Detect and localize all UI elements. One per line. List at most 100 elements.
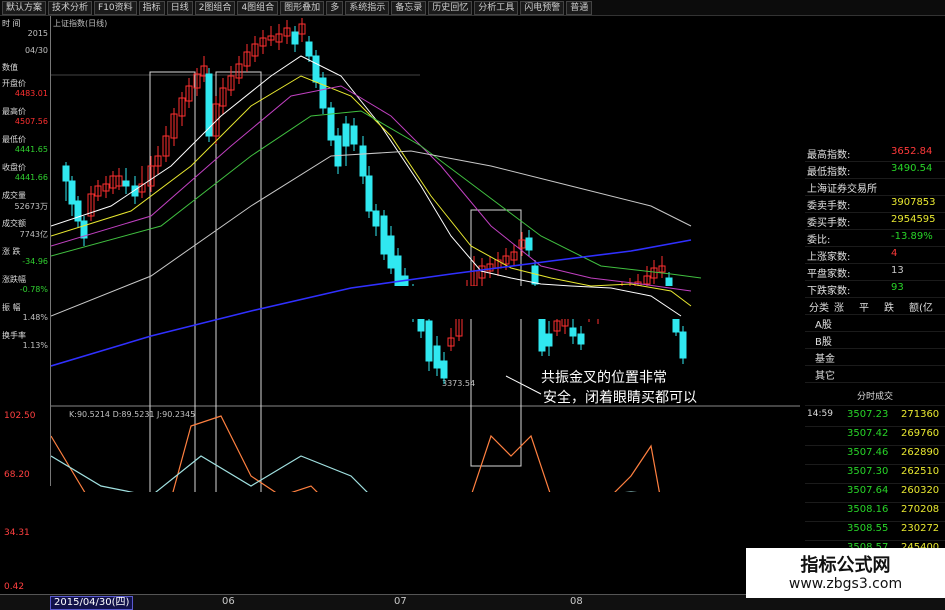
stat-label: 委比: (807, 235, 831, 246)
candle-body (319, 77, 327, 109)
stat-row-6: 上涨家数: 4 (805, 247, 945, 264)
chart-gap-band (391, 286, 800, 319)
stat-value: 13 (891, 265, 904, 276)
category-label: 基金 (815, 354, 835, 365)
quote-label: 时 间 (2, 19, 21, 28)
toolbar-button-12[interactable]: 分析工具 (474, 0, 519, 15)
quote-label: 成交量 (2, 191, 26, 200)
toolbar-button-14[interactable]: 普通 (566, 0, 593, 15)
toolbar-button-6[interactable]: 4图组合 (237, 0, 279, 15)
category-row: B股 (805, 332, 945, 349)
quote-label: 成交额 (2, 219, 26, 228)
quote-label: 换手率 (2, 331, 26, 340)
candle-body (205, 73, 213, 137)
stat-label: 上涨家数: (807, 252, 851, 263)
candle-body (372, 210, 380, 227)
candle-body (122, 180, 130, 187)
stat-label: 最低指数: (807, 167, 851, 178)
quote-value: 4441.66 (14, 173, 48, 182)
stat-value: 3490.54 (891, 163, 933, 174)
stat-value: 3907853 (891, 197, 936, 208)
quote-row-10: 涨跌幅 -0.78% (2, 274, 48, 294)
category-row: 其它 (805, 366, 945, 383)
stat-row-4: 委买手数: 2954595 (805, 213, 945, 230)
quote-row-1: 04/30 (2, 46, 48, 55)
watermark-title: 指标公式网 (800, 555, 891, 576)
quote-label: 开盘价 (2, 79, 26, 88)
stat-label: 上海证券交易所 (807, 184, 877, 195)
quote-value: 7743亿 (19, 230, 48, 239)
tick-volume: 262890 (901, 447, 940, 458)
quote-value: 4507.56 (14, 117, 48, 126)
tick-volume: 230272 (901, 523, 940, 534)
toolbar-button-9[interactable]: 系统指示 (345, 0, 390, 15)
stat-row-1: 最低指数: 3490.54 (805, 162, 945, 179)
trade-tick-row: 3508.16 270208 (805, 502, 945, 522)
highlight-box-1 (215, 71, 262, 492)
stat-value: 2954595 (891, 214, 936, 225)
stat-row-2: 上海证券交易所 (805, 179, 945, 196)
tick-price: 3507.30 (847, 466, 889, 477)
kdj-tick-mid1: 68.20 (4, 470, 30, 480)
candle-body (62, 165, 70, 182)
category-row: 基金 (805, 349, 945, 366)
candle-body (538, 315, 546, 352)
candle-body (365, 175, 373, 212)
tick-price: 3508.55 (847, 523, 889, 534)
quote-label: 数值 (2, 63, 18, 72)
toolbar-button-8[interactable]: 多 (326, 0, 344, 15)
stat-value: 93 (891, 282, 904, 293)
kline-chart[interactable]: 上证指数(日线) K:90.5214 D:89.5231 J:90.2345 3… (51, 16, 800, 492)
kdj-tick-top: 102.50 (4, 411, 36, 421)
annotation-line-2: 安全，闭着眼睛买都可以 (543, 390, 697, 406)
quote-value: 4483.01 (14, 89, 48, 98)
quote-value: 2015 (27, 29, 48, 38)
toolbar-button-10[interactable]: 备忘录 (391, 0, 427, 15)
stat-label: 平盘家数: (807, 269, 851, 280)
category-label: B股 (815, 337, 832, 348)
stat-label: 委卖手数: (807, 201, 851, 212)
toolbar-button-4[interactable]: 日线 (166, 0, 193, 15)
candle-body (525, 237, 533, 251)
candle-body (387, 235, 395, 269)
toolbar-button-0[interactable]: 默认方案 (2, 0, 47, 15)
candle-body (334, 135, 342, 167)
toolbar-button-13[interactable]: 闪电预警 (520, 0, 565, 15)
toolbar-button-1[interactable]: 技术分析 (48, 0, 93, 15)
quote-row-6: 收盘价 4441.66 (2, 162, 48, 182)
quote-row-8: 成交额 7743亿 (2, 218, 48, 240)
quote-row-11: 振 幅 1.48% (2, 302, 48, 322)
trade-tick-row: 3507.64 260320 (805, 483, 945, 503)
kdj-tick-mid2: 34.31 (4, 528, 30, 538)
toolbar-button-11[interactable]: 历史回忆 (428, 0, 473, 15)
annotation-arrow (505, 375, 542, 395)
tick-price: 3507.46 (847, 447, 889, 458)
tick-price: 3507.42 (847, 428, 889, 439)
candle-body (342, 123, 350, 147)
quote-value: 1.48% (22, 313, 48, 322)
category-row: A股 (805, 315, 945, 332)
category-table-col: 平 (859, 303, 869, 314)
quote-label: 涨跌幅 (2, 275, 26, 284)
toolbar-button-7[interactable]: 图形叠加 (280, 0, 325, 15)
stat-value: 4 (891, 248, 898, 259)
category-table-col: 跌 (884, 303, 894, 314)
toolbar-button-5[interactable]: 2图组合 (194, 0, 236, 15)
stat-row-0: 最高指数: 3652.84 (805, 145, 945, 162)
tick-volume: 262510 (901, 466, 940, 477)
stat-label: 委买手数: (807, 218, 851, 229)
kdj-d-line (51, 455, 638, 492)
watermark-url: www.zbgs3.com (788, 576, 903, 592)
kdj-tick-bottom: 0.42 (4, 582, 25, 592)
toolbar-button-3[interactable]: 指标 (138, 0, 165, 15)
toolbar-button-2[interactable]: F10资料 (94, 0, 137, 15)
candle-body (545, 333, 553, 347)
site-watermark: 指标公式网 www.zbgs3.com (746, 548, 945, 598)
category-table-col: 涨 (834, 303, 844, 314)
stat-row-7: 平盘家数: 13 (805, 264, 945, 281)
month-label-08: 08 (570, 596, 583, 607)
candle-body (68, 180, 76, 205)
month-label-07: 07 (394, 596, 407, 607)
stat-value: 3652.84 (891, 146, 933, 157)
quote-value: 4441.65 (14, 145, 48, 154)
